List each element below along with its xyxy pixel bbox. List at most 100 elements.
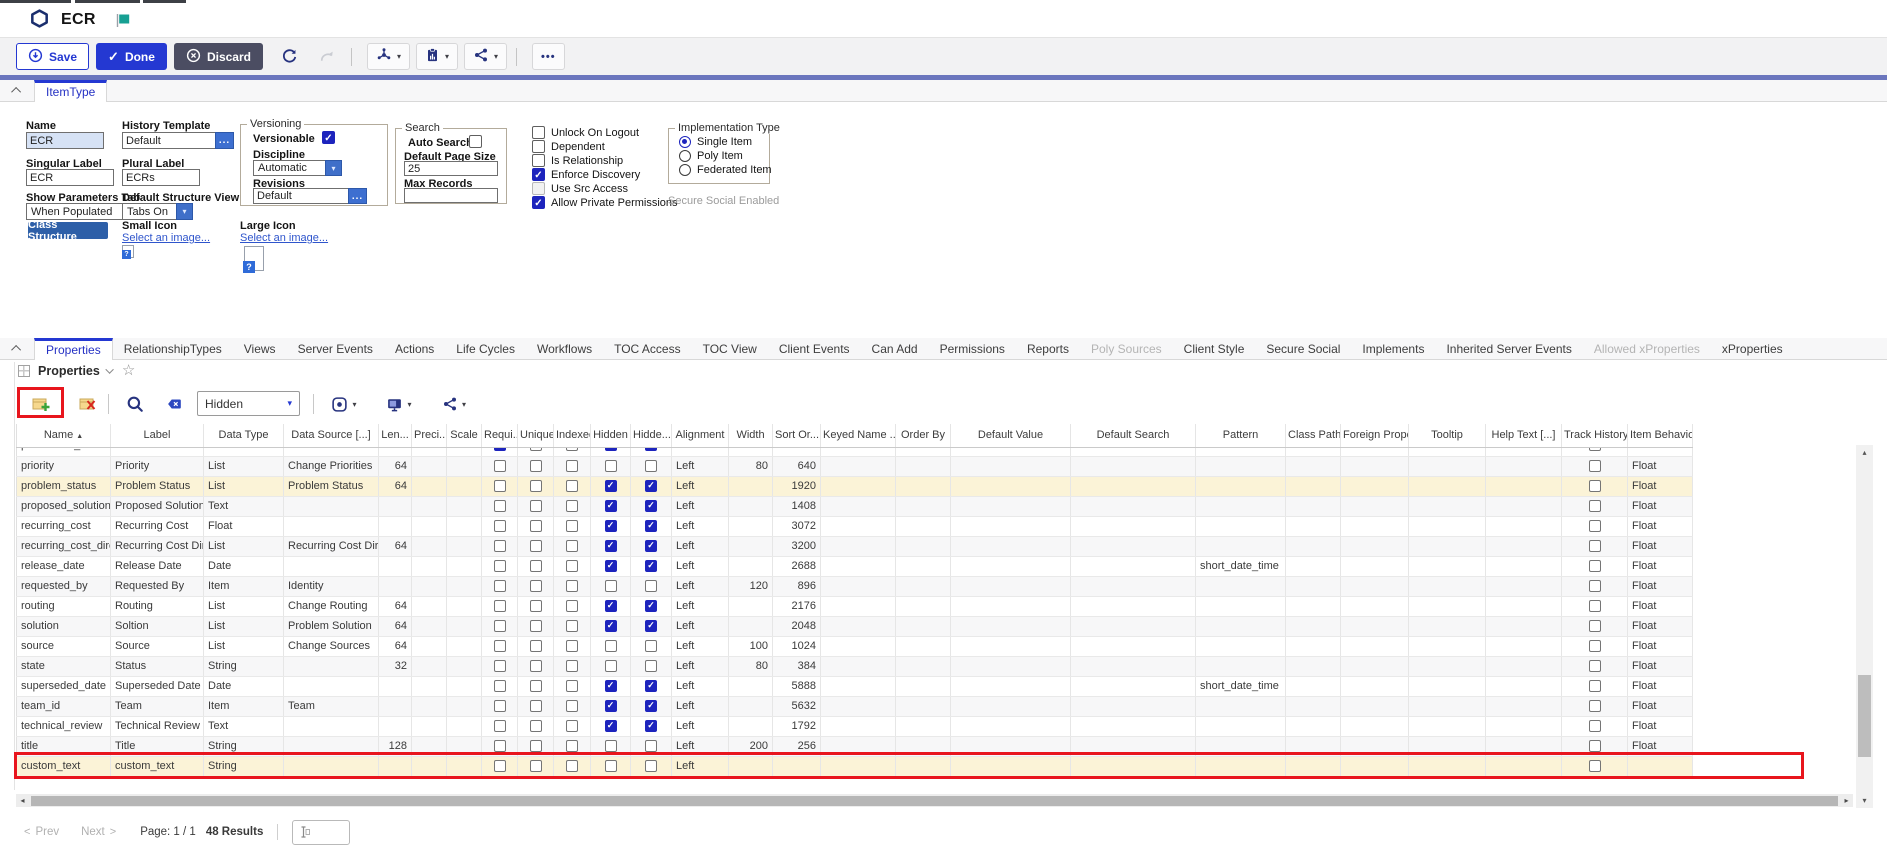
cell-sort[interactable]: 1408 [773,496,821,516]
cell-scale[interactable] [447,736,482,756]
chevron-down-icon[interactable] [105,365,113,373]
cell-scale[interactable] [447,656,482,676]
cell-foreign[interactable] [1341,756,1409,776]
col-header-help[interactable]: Help Text [...] [1486,424,1562,447]
col-header-req[interactable]: Requi... [482,424,518,447]
cell-data_type[interactable]: Date [204,556,284,576]
cell-len[interactable] [379,756,412,776]
scroll-up-icon[interactable]: ▴ [1856,448,1873,457]
cell-hid[interactable] [591,636,631,656]
cell-data_type[interactable]: List [204,456,284,476]
discipline-select[interactable]: Automatic▾ [253,160,342,176]
cell-label[interactable]: Title [111,736,204,756]
class-structure-button[interactable]: Class Structure [28,222,108,239]
cell-tooltip[interactable] [1409,636,1486,656]
cell-hid2[interactable] [631,636,672,656]
cell-uniq[interactable] [518,636,554,656]
cell-name[interactable]: priority [17,456,111,476]
checkbox-track[interactable] [1589,600,1601,612]
cell-foreign[interactable] [1341,556,1409,576]
col-header-classpath[interactable]: Class Path [1286,424,1341,447]
cell-len[interactable] [379,676,412,696]
cell-name[interactable]: state [17,656,111,676]
checkbox-req[interactable] [494,660,506,672]
cell-name[interactable]: source [17,636,111,656]
cell-sort[interactable]: 384 [773,656,821,676]
cell-defsearch[interactable] [1071,756,1196,776]
col-header-prec[interactable]: Preci... [412,424,447,447]
cell-behavior[interactable]: Float [1628,536,1693,556]
cell-keyed[interactable] [821,756,896,776]
cell-pattern[interactable] [1196,736,1286,756]
checkbox-uniq[interactable] [530,580,542,592]
checkbox-track[interactable] [1589,500,1601,512]
cell-tooltip[interactable] [1409,516,1486,536]
checkbox-uniq[interactable] [530,720,542,732]
checkbox-hid2[interactable] [645,720,657,732]
flag-checkbox[interactable] [532,196,545,209]
checkbox-hid[interactable] [605,620,617,632]
cell-help[interactable] [1486,556,1562,576]
checkbox-uniq[interactable] [530,480,542,492]
cell-defval[interactable] [951,696,1071,716]
flag-checkbox[interactable] [532,140,545,153]
cell-data_type[interactable]: List [204,636,284,656]
cell-hid2[interactable] [631,616,672,636]
cell-defval[interactable] [951,656,1071,676]
cell-defval[interactable] [951,576,1071,596]
cell-track[interactable] [1562,716,1628,736]
cell-track[interactable] [1562,676,1628,696]
cell-name[interactable]: solution [17,616,111,636]
cell-prec[interactable] [412,516,447,536]
cell-align[interactable]: Left [672,656,729,676]
cell-keyed[interactable] [821,496,896,516]
cell-defsearch[interactable] [1071,456,1196,476]
delete-row-button[interactable] [72,390,102,418]
cell-tooltip[interactable] [1409,756,1486,776]
cell-help[interactable] [1486,476,1562,496]
cell-name[interactable]: superseded_date [17,676,111,696]
cell-pattern[interactable] [1196,456,1286,476]
cell-scale[interactable] [447,476,482,496]
cell-classpath[interactable] [1286,576,1341,596]
checkbox-track[interactable] [1589,680,1601,692]
horizontal-scrollbar[interactable]: ◂ ▸ [16,794,1853,807]
checkbox-uniq[interactable] [530,448,542,452]
cell-foreign[interactable] [1341,636,1409,656]
cell-order[interactable] [896,576,951,596]
cell-track[interactable] [1562,516,1628,536]
cell-scale[interactable] [447,596,482,616]
tab-client-style[interactable]: Client Style [1173,338,1256,359]
cell-width[interactable] [729,596,773,616]
cell-prec[interactable] [412,656,447,676]
flag-icon[interactable] [116,13,131,28]
cell-prec[interactable] [412,556,447,576]
cell-defsearch[interactable] [1071,736,1196,756]
cell-order[interactable] [896,516,951,536]
cell-data_type[interactable]: Text [204,716,284,736]
cell-align[interactable]: Left [672,516,729,536]
table-row-technical_review[interactable]: technical_reviewTechnical ReviewTextLeft… [17,716,1693,736]
cell-width[interactable]: 200 [729,736,773,756]
checkbox-track[interactable] [1589,720,1601,732]
cell-name[interactable]: release_date [17,556,111,576]
table-row-custom_text[interactable]: custom_textcustom_textStringLeft [17,756,1693,776]
cell-label[interactable]: Proposed Solution [111,496,204,516]
tab-implements[interactable]: Implements [1351,338,1435,359]
cell-width[interactable]: 80 [729,656,773,676]
col-header-width[interactable]: Width [729,424,773,447]
cell-len[interactable]: 64 [379,616,412,636]
checkbox-req[interactable] [494,520,506,532]
cell-prec[interactable] [412,447,447,456]
cell-foreign[interactable] [1341,496,1409,516]
cell-idx[interactable] [554,456,591,476]
cell-label[interactable]: Recurring Cost Direc... [111,536,204,556]
checkbox-idx[interactable] [566,700,578,712]
checkbox-idx[interactable] [566,620,578,632]
table-row-problem_status[interactable]: problem_statusProblem StatusListProblem … [17,476,1693,496]
cell-width[interactable]: 120 [729,576,773,596]
cell-tooltip[interactable] [1409,676,1486,696]
cell-idx[interactable] [554,447,591,456]
table-row-priority[interactable]: priorityPriorityListChange Priorities64L… [17,456,1693,476]
cell-label[interactable]: Soltion [111,616,204,636]
